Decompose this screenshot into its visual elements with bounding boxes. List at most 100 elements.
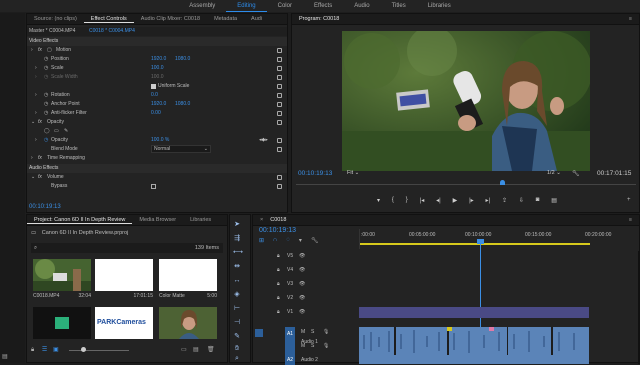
export-frame-icon[interactable]: ◙ [536,197,540,207]
playhead-handle[interactable] [477,239,484,244]
tab-program[interactable]: Program: C0018 [292,16,346,22]
keyframe-nav-icon[interactable]: ◂◆▸ [259,136,268,145]
mic-icon[interactable]: 🎙︎ [323,343,329,349]
stopwatch-icon[interactable]: ◷ [44,64,48,73]
pen-mask-icon[interactable]: ✎ [64,127,68,136]
anchor-y-value[interactable]: 1080.0 [175,100,190,109]
add-marker-icon[interactable]: ▾ [299,237,302,244]
play-icon[interactable]: ▶ [453,197,458,207]
list-view-icon[interactable]: ☰ [42,347,47,353]
pen-tool-icon[interactable]: ✎ [233,333,241,341]
opacity-value[interactable]: 100.0 % [151,136,169,145]
close-icon[interactable]: × [253,217,270,223]
master-clip-label[interactable]: Master * C0004.MP4 [29,27,75,36]
mark-in-icon[interactable]: { [392,197,394,207]
slip-tool-icon[interactable]: ⊢ [233,305,241,313]
trash-icon[interactable]: 🗑︎ [207,346,215,353]
eye-icon[interactable]: 👁︎ [299,279,305,289]
rotation-value[interactable]: 0.0 [151,91,158,100]
reset-blend-icon[interactable] [277,147,282,152]
reset-motion-icon[interactable] [277,48,282,53]
lock-icon[interactable]: 🔒︎ [277,279,280,289]
reset-opacity-icon[interactable] [277,138,282,143]
playhead-marker[interactable] [500,180,505,185]
position-y-value[interactable]: 1080.0 [175,55,190,64]
rotation-expand-icon[interactable]: › [35,91,37,100]
zoom-slider[interactable] [69,350,129,351]
time-ruler[interactable]: :00:00 00:05:00:00 00:10:00:00 00:15:00:… [359,229,639,249]
compare-icon[interactable]: ▤ [551,197,557,207]
anchor-x-value[interactable]: 1920.0 [151,100,166,109]
scale-expand-icon[interactable]: › [35,64,37,73]
rate-stretch-tool-icon[interactable]: ↔ [233,277,241,285]
eye-icon[interactable]: 👁︎ [299,251,305,261]
selection-tool-icon[interactable]: ➤ [233,221,241,229]
workspace-libraries[interactable]: Libraries [417,0,462,12]
eye-icon[interactable]: 👁︎ [299,293,305,303]
position-x-value[interactable]: 1920.0 [151,55,166,64]
program-timecode[interactable]: 00:10:19:13 [298,170,332,177]
eye-icon[interactable]: 👁︎ [299,265,305,275]
ripple-edit-tool-icon[interactable]: ⟷ [233,249,243,257]
extract-icon[interactable]: ⇩ [519,197,524,207]
step-back-icon[interactable]: ◂| [436,197,441,207]
reset-flicker-icon[interactable] [277,111,282,116]
solo-button[interactable]: S [311,329,314,335]
mark-out-icon[interactable]: } [406,197,408,207]
sequence-thumbnail[interactable] [95,259,153,291]
track-select-tool-icon[interactable]: ⇶ [233,235,241,243]
zoom-slider-handle[interactable] [81,347,86,352]
resolution-select[interactable]: 1/2 ⌄ [547,170,561,176]
tab-effect-controls[interactable]: Effect Controls [83,16,134,23]
track-area[interactable] [359,251,639,364]
time-remap-expand-icon[interactable]: › [31,154,33,163]
mic-icon[interactable]: 🎙︎ [323,329,329,335]
stopwatch-active-icon[interactable]: ◷ [44,136,48,145]
panel-menu-icon[interactable]: ≡ [622,217,639,223]
mute-button[interactable]: M [301,329,305,335]
nest-icon[interactable]: ⊞ [259,237,264,244]
lift-icon[interactable]: ⇪ [502,197,507,207]
hand-tool-icon[interactable]: ✋︎ [233,345,241,353]
workspace-assembly[interactable]: Assembly [178,0,226,12]
sequence-clip-label[interactable]: C0018 * C0004.MP4 [89,27,135,36]
tab-metadata[interactable]: Metadata [207,16,244,22]
step-forward-icon[interactable]: |▸ [469,197,474,207]
audio-clip-a1[interactable] [359,327,589,355]
opacity-value-expand-icon[interactable]: › [35,136,37,145]
project-search-input[interactable]: ⌕ 139 Items [31,243,223,253]
workspace-titles[interactable]: Titles [381,0,417,12]
timeline-timecode[interactable]: 00:10:19:13 [259,227,296,234]
add-marker-icon[interactable]: ▾ [377,197,380,207]
uniform-scale-checkbox[interactable] [151,84,156,89]
fx-icon[interactable]: fx [38,173,42,182]
tab-sequence[interactable]: C0018 [270,217,293,223]
fx-icon[interactable]: fx [38,46,42,55]
lock-icon[interactable]: 🔒︎ [277,293,280,303]
add-button-icon[interactable]: + [627,197,631,203]
mini-dock-icon[interactable]: ▤ [2,353,8,360]
workspace-effects[interactable]: Effects [303,0,343,12]
program-video-frame[interactable] [342,31,590,171]
new-bin-icon[interactable]: ▭ [181,346,187,353]
motion-transform-icon[interactable]: ▢ [47,46,52,55]
snap-icon[interactable]: ∩ [273,237,277,244]
person-thumbnail[interactable] [159,307,217,339]
zoom-tool-icon[interactable]: ⌕ [233,355,241,363]
reset-anchor-icon[interactable] [277,102,282,107]
reset-volume-icon[interactable] [277,175,282,180]
source-patch-a2[interactable]: A2 [285,355,295,365]
video-clip-v1[interactable] [359,307,589,318]
eye-icon[interactable]: 👁︎ [299,307,305,317]
settings-wrench-icon[interactable]: 🔧︎ [572,170,580,177]
workspace-audio[interactable]: Audio [343,0,380,12]
blend-mode-select[interactable]: Normal ⌄ [151,145,211,153]
reset-rotation-icon[interactable] [277,93,282,98]
solo-button[interactable]: S [311,343,314,349]
go-to-out-icon[interactable]: ▸| [486,197,491,207]
reset-scale-width-icon[interactable] [277,75,282,80]
slide-tool-icon[interactable]: ⊣ [233,319,241,327]
workspace-color[interactable]: Color [267,0,303,12]
clip-thumbnail[interactable] [33,259,91,291]
stopwatch-icon[interactable]: ◷ [44,91,48,100]
